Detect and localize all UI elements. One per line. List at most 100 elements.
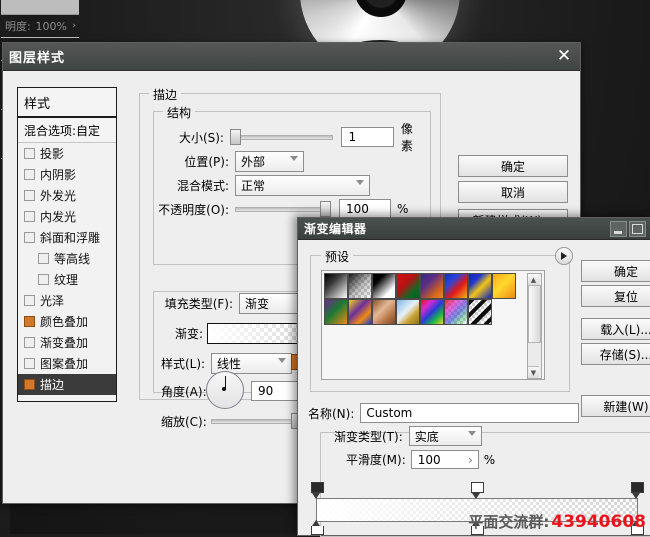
- smoothness-unit: %: [483, 452, 496, 467]
- cancel-button[interactable]: 取消: [458, 181, 568, 203]
- maximize-icon[interactable]: [629, 221, 646, 237]
- sidebar-item-pattern-overlay[interactable]: 图案叠加: [18, 353, 116, 374]
- presets-list[interactable]: ▲ ▼: [321, 270, 545, 380]
- close-icon[interactable]: ✕: [554, 46, 574, 66]
- sidebar-item-contour[interactable]: 等高线: [18, 248, 116, 269]
- checkbox-icon[interactable]: [24, 295, 35, 306]
- chevron-down-icon: [278, 357, 286, 363]
- sidebar-item-label: 内发光: [40, 210, 77, 224]
- sidebar-item-bevel-emboss[interactable]: 斜面和浮雕: [18, 227, 116, 248]
- styles-list[interactable]: 样式 混合选项:自定 投影 内阴影 外发光 内发光 斜面和浮雕 等高线 纹理 光…: [17, 87, 117, 402]
- gradient-editor-dialog: 渐变编辑器 预设 ▲ ▼ 确定 复位 载入(L)... 存储(S)... 新建(…: [297, 217, 650, 537]
- preset-swatch-blue-yellow-blue[interactable]: [468, 273, 492, 299]
- smoothness-input[interactable]: 100: [410, 450, 479, 469]
- chevron-right-icon[interactable]: ›: [72, 21, 76, 31]
- panel-header: [1, 0, 79, 15]
- sidebar-item-stroke[interactable]: 描边: [18, 374, 116, 395]
- sidebar-item-inner-shadow[interactable]: 内阴影: [18, 164, 116, 185]
- preset-swatch-violet-green-orange[interactable]: [324, 299, 348, 325]
- sidebar-item-texture[interactable]: 纹理: [18, 269, 116, 290]
- gradient-ok-button[interactable]: 确定: [581, 260, 650, 282]
- sidebar-item-label: 描边: [40, 378, 65, 392]
- checkbox-icon[interactable]: [24, 337, 35, 348]
- preset-swatch-black-white[interactable]: [372, 273, 396, 299]
- gradient-save-button[interactable]: 存储(S)...: [581, 343, 650, 365]
- sidebar-item-label: 纹理: [54, 273, 79, 287]
- sidebar-item-outer-glow[interactable]: 外发光: [18, 185, 116, 206]
- styles-header: 样式: [18, 88, 116, 118]
- preset-swatch-foreground-to-transparent[interactable]: [348, 273, 372, 299]
- preset-swatch-transparent-stripes[interactable]: [468, 299, 492, 325]
- sidebar-item-label: 等高线: [54, 252, 91, 266]
- preset-swatch-grid: [324, 273, 524, 325]
- sidebar-item-label: 投影: [40, 147, 65, 161]
- position-value: 外部: [241, 154, 266, 169]
- preset-swatch-chrome[interactable]: [396, 299, 420, 325]
- checkbox-icon[interactable]: [24, 190, 35, 201]
- opacity-input[interactable]: 100: [339, 199, 391, 219]
- position-select[interactable]: 外部: [235, 150, 304, 172]
- sidebar-item-satin[interactable]: 光泽: [18, 290, 116, 311]
- gradient-new-button[interactable]: 新建(W): [581, 395, 650, 417]
- gradient-reset-button[interactable]: 复位: [581, 285, 650, 307]
- preset-swatch-blue-red-yellow[interactable]: [444, 273, 468, 299]
- minimize-icon[interactable]: [610, 221, 627, 237]
- checkbox-icon[interactable]: [38, 274, 49, 285]
- fill-type-row: 填充类型(F): 渐变: [161, 292, 318, 314]
- opacity-stop[interactable]: [631, 482, 644, 499]
- color-stop[interactable]: [311, 520, 324, 535]
- opacity-slider[interactable]: [235, 201, 331, 217]
- scrollbar-thumb[interactable]: [528, 285, 541, 343]
- size-input[interactable]: 1: [341, 127, 394, 147]
- gradient-type-select[interactable]: 实底: [408, 426, 482, 446]
- sidebar-item-color-overlay[interactable]: 颜色叠加: [18, 311, 116, 332]
- opacity-row[interactable]: 明度: 100% ›: [1, 15, 79, 38]
- scroll-down-icon[interactable]: ▼: [528, 366, 539, 378]
- preset-swatch-transparent-rainbow[interactable]: [444, 299, 468, 325]
- sidebar-item-inner-glow[interactable]: 内发光: [18, 206, 116, 227]
- preset-swatch-yellow-violet-orange-blue[interactable]: [348, 299, 372, 325]
- checkbox-icon-checked[interactable]: [24, 379, 35, 390]
- preset-swatch-copper[interactable]: [372, 299, 396, 325]
- sidebar-item-label: 斜面和浮雕: [40, 231, 101, 245]
- preset-swatch-foreground-to-background[interactable]: [324, 273, 348, 299]
- slider-knob[interactable]: [320, 201, 331, 217]
- preset-swatch-violet-orange[interactable]: [420, 273, 444, 299]
- gradient-editor-titlebar[interactable]: 渐变编辑器: [298, 218, 650, 240]
- checkbox-icon[interactable]: [24, 169, 35, 180]
- opacity-label: 明度:: [5, 20, 31, 33]
- gradient-row: 渐变:: [161, 323, 203, 343]
- sidebar-item-drop-shadow[interactable]: 投影: [18, 143, 116, 164]
- size-slider[interactable]: [229, 129, 334, 145]
- opacity-row: 不透明度(O): 100 %: [143, 199, 433, 219]
- opacity-stop[interactable]: [471, 482, 484, 499]
- preset-swatch-orange-yellow-orange[interactable]: [492, 273, 516, 299]
- gradient-name-input[interactable]: Custom: [360, 403, 580, 423]
- checkbox-icon-checked[interactable]: [24, 316, 35, 327]
- checkbox-icon[interactable]: [24, 358, 35, 369]
- slider-knob[interactable]: [229, 129, 241, 145]
- gradient-load-button[interactable]: 载入(L)...: [581, 318, 650, 340]
- chevron-down-icon: [290, 155, 298, 161]
- preset-swatch-spectrum[interactable]: [420, 299, 444, 325]
- gradient-type-value: 实底: [414, 429, 439, 444]
- checkbox-icon[interactable]: [24, 211, 35, 222]
- chevron-down-icon: [356, 179, 364, 185]
- sidebar-item-label: 渐变叠加: [40, 336, 89, 350]
- presets-scrollbar[interactable]: ▲ ▼: [527, 273, 542, 379]
- blend-mode-select[interactable]: 正常: [235, 174, 370, 196]
- sidebar-item-blending-options[interactable]: 混合选项:自定: [18, 118, 116, 143]
- watermark-text: 平面交流群:: [468, 513, 550, 531]
- checkbox-icon[interactable]: [24, 148, 35, 159]
- checkbox-icon[interactable]: [38, 253, 49, 264]
- ok-button[interactable]: 确定: [458, 155, 568, 177]
- opacity-stop[interactable]: [311, 482, 324, 499]
- sidebar-item-gradient-overlay[interactable]: 渐变叠加: [18, 332, 116, 353]
- sidebar-item-label: 内阴影: [40, 168, 77, 182]
- watermark: 平面交流群: 43940608: [468, 511, 646, 532]
- opacity-unit: %: [397, 202, 409, 216]
- checkbox-icon[interactable]: [24, 232, 35, 243]
- preset-swatch-red-green[interactable]: [396, 273, 420, 299]
- layer-style-titlebar[interactable]: 图层样式 ✕: [3, 43, 580, 71]
- presets-menu-icon[interactable]: [555, 247, 573, 265]
